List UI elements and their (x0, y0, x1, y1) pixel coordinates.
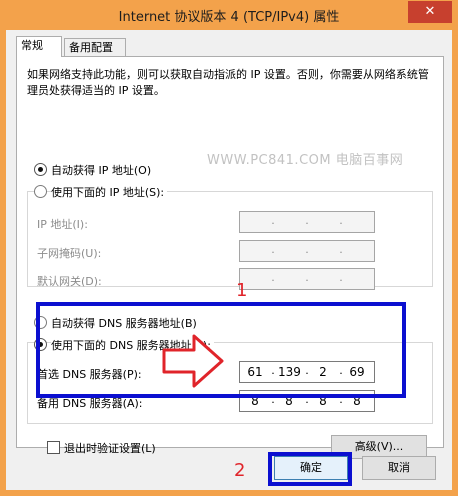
radio-manual-ip[interactable] (34, 185, 47, 198)
red-arrow-icon (162, 334, 224, 388)
window-title: Internet 协议版本 4 (TCP/IPv4) 属性 (118, 10, 340, 25)
cancel-button[interactable]: 取消 (362, 456, 436, 480)
dialog-window: Internet 协议版本 4 (TCP/IPv4) 属性 ✕ 常规 备用配置 … (0, 0, 458, 496)
validate-on-exit-checkbox[interactable] (47, 441, 60, 454)
validate-on-exit-label[interactable]: 退出时验证设置(L) (64, 440, 156, 456)
radio-manual-ip-label[interactable]: 使用下面的 IP 地址(S): (51, 184, 168, 200)
ip-address-label: IP 地址(I): (37, 218, 88, 231)
default-gateway-label: 默认网关(D): (37, 275, 102, 288)
title-bar: Internet 协议版本 4 (TCP/IPv4) 属性 ✕ (0, 0, 458, 30)
tab-alternate-config[interactable]: 备用配置 (64, 38, 126, 57)
tab-general[interactable]: 常规 (16, 36, 62, 57)
dialog-client: 常规 备用配置 如果网络支持此功能，则可以获取自动指派的 IP 设置。否则，你需… (6, 30, 452, 490)
default-gateway-field[interactable]: . . . (239, 268, 375, 290)
ip-address-field[interactable]: . . . (239, 211, 375, 233)
annotation-number-2: 2 (234, 460, 246, 481)
radio-auto-ip[interactable] (34, 163, 47, 176)
subnet-mask-label: 子网掩码(U): (37, 247, 102, 260)
subnet-mask-field[interactable]: . . . (239, 240, 375, 262)
description-text: 如果网络支持此功能，则可以获取自动指派的 IP 设置。否则，你需要从网络系统管理… (27, 68, 429, 97)
annotation-number-1: 1 (236, 280, 248, 301)
watermark: WWW.PC841.COM 电脑百事网 (207, 153, 404, 168)
ok-highlight-box (268, 452, 352, 486)
close-button[interactable]: ✕ (408, 1, 452, 23)
radio-auto-ip-label[interactable]: 自动获得 IP 地址(O) (51, 162, 151, 178)
